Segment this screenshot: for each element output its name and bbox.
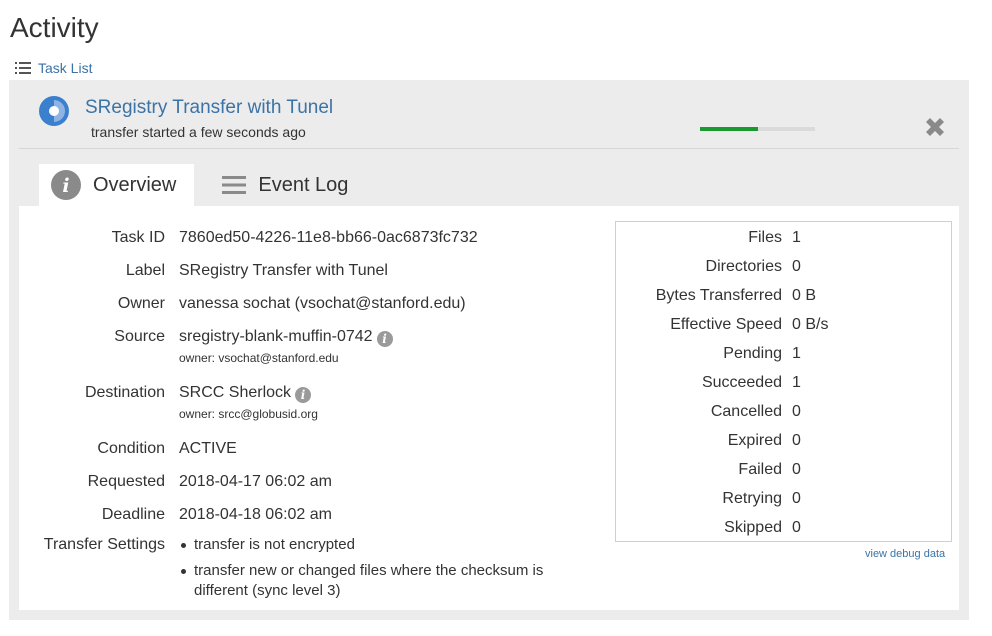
stat-pending: Pending 1 [616, 344, 801, 364]
task-status-text: transfer started a few seconds ago [91, 124, 306, 140]
settings-list: transfer is not encrypted transfer new o… [179, 535, 569, 607]
stat-label: Succeeded [701, 374, 782, 391]
task-title[interactable]: SRegistry Transfer with Tunel [85, 97, 333, 119]
stat-files: Files 1 [616, 228, 801, 248]
stats-panel: Files 1 Directories 0 Bytes Transferred 0 B… [615, 221, 952, 542]
overview-content: Task ID 7860ed50-4226-11e8-bb66-0ac6873f… [19, 206, 959, 610]
detail-value: 2018-04-18 06:02 am [179, 506, 332, 523]
info-icon: i [51, 170, 81, 200]
stat-skipped: Skipped 0 [616, 518, 801, 538]
detail-value: ACTIVE [179, 440, 237, 457]
detail-label: Label [125, 262, 165, 279]
stat-value: 0 [792, 403, 801, 420]
stat-label: Directories [705, 258, 782, 275]
list-icon [222, 175, 247, 195]
detail-value: 2018-04-17 06:02 am [179, 473, 332, 490]
stat-value: 0 [792, 461, 801, 478]
header-divider [19, 148, 959, 149]
source-info-icon[interactable]: i [376, 331, 393, 347]
task-panel: SRegistry Transfer with Tunel transfer s… [9, 80, 969, 620]
destination-block: SRCC Sherlock i owner: srcc@globusid.org [179, 383, 318, 422]
detail-value: SRegistry Transfer with Tunel [179, 262, 388, 279]
tab-event-log[interactable]: Event Log [210, 164, 366, 206]
stat-value: 1 [792, 374, 801, 391]
stat-cancelled: Cancelled 0 [616, 402, 801, 422]
view-debug-data-link[interactable]: view debug data [865, 548, 945, 560]
destination-owner: owner: srcc@globusid.org [179, 407, 318, 421]
detail-transfer-settings: Transfer Settings transfer is not encryp… [19, 535, 569, 607]
detail-deadline: Deadline 2018-04-18 06:02 am [19, 505, 332, 525]
destination-endpoint: SRCC Sherlock [179, 384, 292, 401]
stat-value: 0 [792, 258, 801, 275]
destination-info-icon[interactable]: i [295, 387, 312, 403]
stat-bytes-transferred: Bytes Transferred 0 B [616, 286, 816, 306]
task-list-label: Task List [38, 60, 93, 76]
detail-label: Task ID [111, 229, 165, 246]
stat-value: 0 B [792, 287, 817, 304]
detail-label: Destination [84, 384, 165, 401]
stat-label: Retrying [722, 490, 782, 507]
source-owner: owner: vsochat@stanford.edu [179, 351, 339, 365]
task-header: SRegistry Transfer with Tunel transfer s… [9, 80, 969, 148]
detail-label-row: Label SRegistry Transfer with Tunel [19, 261, 388, 281]
detail-value: vanessa sochat (vsochat@stanford.edu) [179, 295, 466, 312]
stat-label: Bytes Transferred [655, 287, 782, 304]
stat-label: Skipped [724, 519, 782, 536]
settings-item: transfer new or changed files where the … [179, 561, 569, 601]
tab-event-log-label: Event Log [258, 173, 349, 196]
stat-label: Effective Speed [670, 316, 782, 333]
detail-task-id: Task ID 7860ed50-4226-11e8-bb66-0ac6873f… [19, 228, 478, 248]
stat-effective-speed: Effective Speed 0 B/s [616, 315, 828, 335]
svg-text:i: i [62, 175, 69, 197]
page-title: Activity [10, 12, 99, 43]
progress-fill [700, 127, 758, 131]
detail-owner: Owner vanessa sochat (vsochat@stanford.e… [19, 294, 466, 314]
stat-value: 1 [792, 229, 801, 246]
tab-overview[interactable]: i Overview [39, 164, 195, 206]
close-icon [926, 118, 944, 136]
detail-label: Requested [87, 473, 165, 490]
detail-label: Transfer Settings [43, 536, 165, 553]
stat-value: 0 [792, 432, 801, 449]
tab-bar: i Overview Event Log [39, 164, 366, 206]
source-endpoint: sregistry-blank-muffin-0742 [179, 328, 373, 345]
stat-label: Expired [727, 432, 782, 449]
settings-item: transfer is not encrypted [179, 535, 569, 555]
stat-label: Failed [738, 461, 782, 478]
stat-label: Pending [723, 345, 782, 362]
detail-source: Source sregistry-blank-muffin-0742 i owne… [19, 327, 393, 366]
detail-label: Condition [97, 440, 165, 457]
detail-condition: Condition ACTIVE [19, 439, 237, 459]
cancel-task-button[interactable] [922, 114, 948, 140]
list-icon [15, 61, 31, 75]
stat-succeeded: Succeeded 1 [616, 373, 801, 393]
progress-bar [700, 127, 815, 131]
stat-value: 0 B/s [792, 316, 829, 333]
stat-directories: Directories 0 [616, 257, 801, 277]
stat-failed: Failed 0 [616, 460, 801, 480]
stat-value: 0 [792, 490, 801, 507]
tab-overview-label: Overview [93, 173, 177, 196]
stat-retrying: Retrying 0 [616, 489, 801, 509]
detail-destination: Destination SRCC Sherlock i owner: srcc@g… [19, 383, 318, 422]
stat-value: 0 [792, 519, 801, 536]
detail-requested: Requested 2018-04-17 06:02 am [19, 472, 332, 492]
source-block: sregistry-blank-muffin-0742 i owner: vsoc… [179, 327, 393, 366]
task-list-link[interactable]: Task List [15, 60, 92, 76]
stat-expired: Expired 0 [616, 431, 801, 451]
stat-value: 1 [792, 345, 801, 362]
detail-label: Owner [117, 295, 165, 312]
stat-label: Files [748, 229, 782, 246]
stat-label: Cancelled [710, 403, 782, 420]
detail-label: Deadline [101, 506, 165, 523]
status-active-icon [39, 96, 69, 126]
detail-value: 7860ed50-4226-11e8-bb66-0ac6873fc732 [179, 229, 478, 246]
detail-label: Source [114, 328, 165, 345]
